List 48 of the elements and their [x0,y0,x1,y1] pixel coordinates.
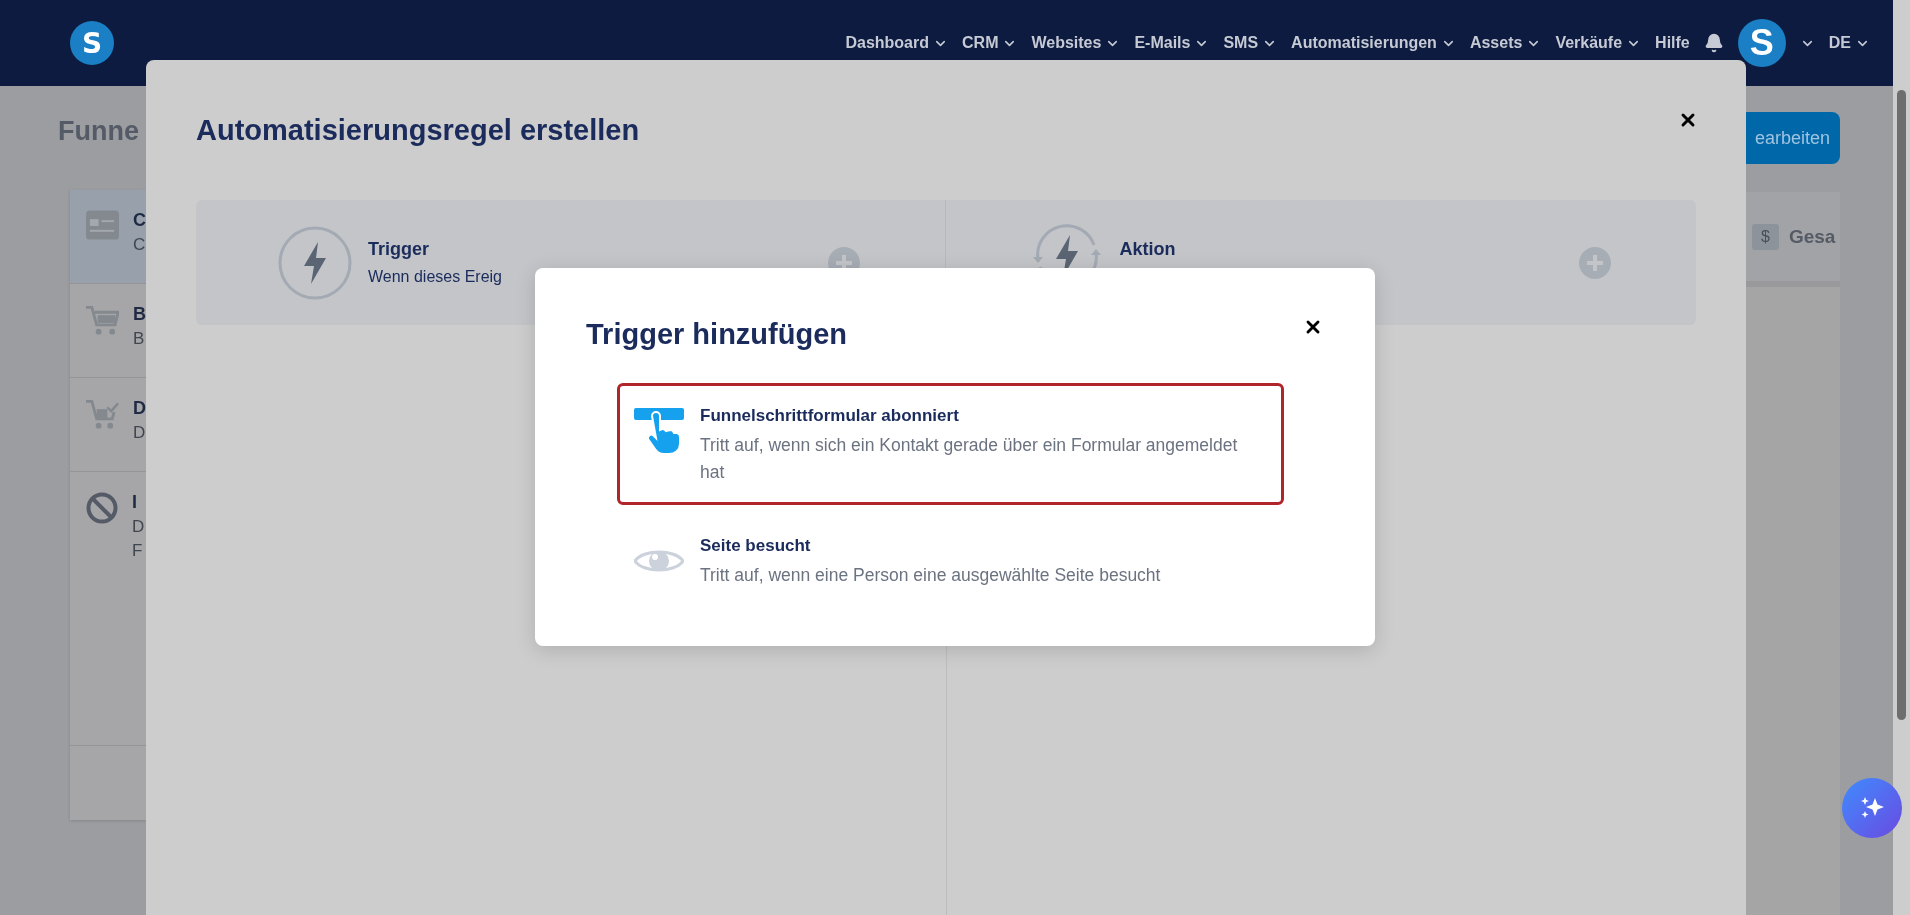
item-text: B [133,329,146,349]
nav-link[interactable]: CRM [962,34,1018,52]
nav-link[interactable]: Assets [1469,34,1542,52]
form-tap-icon [634,406,684,456]
nav-link[interactable]: Websites [1031,34,1121,52]
nav-link[interactable]: SMS [1223,34,1278,52]
nav-link[interactable]: Hilfe [1655,34,1690,52]
option-description: Tritt auf, wenn eine Person eine ausgewählte Seite besucht [700,564,1161,587]
cart-check-icon [86,398,119,432]
nav-link[interactable]: Verkäufe [1555,34,1642,52]
option-title: Funnelschrittformular abonniert [700,406,960,426]
currency-badge: $ [1752,223,1779,250]
trigger-option[interactable]: Funnelschrittformular abonniert Tritt auf, wenn sich ein Kontakt gerade über ein Formular angemeldet hat [617,383,1284,505]
item-title: I [132,492,138,513]
assistant-button[interactable] [1842,778,1902,838]
option-title: Seite besucht [700,536,812,556]
dialog-title: Automatisierungsregel erstellen [196,113,640,147]
item-text: C [133,235,146,255]
trigger-option[interactable]: Seite besucht Tritt auf, wenn eine Person eine ausgewählte Seite besucht [617,513,1284,608]
card-icon [86,210,119,240]
ban-icon [86,492,118,524]
logo[interactable]: S [70,21,114,65]
lightning-icon [278,225,352,300]
list-item[interactable]: B B [70,284,146,378]
dialog-title: Trigger hinzufügen [586,318,847,351]
panel-title: Aktion [1119,239,1177,260]
item-title: C [133,210,146,231]
item-title: D [133,398,146,419]
cart-icon [86,304,119,338]
item-text: D [132,517,145,537]
list-item[interactable]: C C [70,190,146,284]
item-text: D [133,423,146,443]
nav-link[interactable]: Dashboard [845,34,948,52]
list-item[interactable]: I D F [70,472,146,746]
summary-label: Gesa [1788,225,1836,248]
nav-link[interactable]: Automatisierungen [1291,34,1456,52]
nav-link[interactable]: E-Mails [1134,34,1210,52]
item-title: B [133,304,146,325]
panel-subtitle: Wenn dieses Ereig [368,268,503,286]
avatar[interactable]: S [1737,19,1786,67]
list-item[interactable]: D D [70,378,146,472]
panel-title: Trigger [368,239,430,260]
scrollbar[interactable] [1893,0,1910,915]
item-text: F [132,541,144,561]
language-menu[interactable]: DE [1828,34,1870,52]
bell-icon[interactable] [1703,33,1724,53]
option-description: Tritt auf, wenn sich ein Kontakt gerade über ein Formular angemeldet hat [700,434,1239,484]
page-title: Funne [58,116,139,148]
